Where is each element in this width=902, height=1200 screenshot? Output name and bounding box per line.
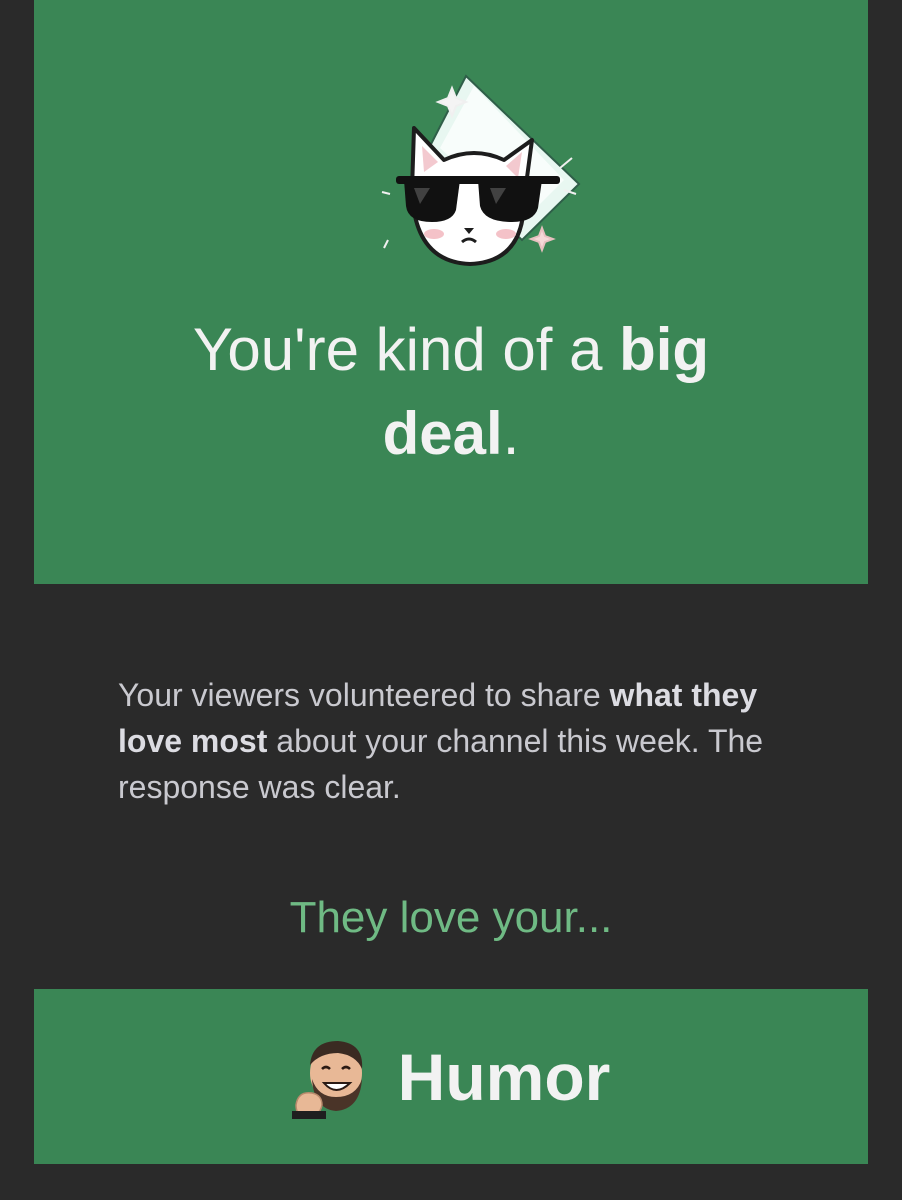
hero-panel: You're kind of a big deal. [34, 0, 868, 584]
description-paragraph: Your viewers volunteered to share what t… [118, 672, 778, 810]
headline-text: You're kind of a [192, 316, 620, 383]
they-love-your-text: They love your... [289, 893, 613, 942]
laughing-man-emote-icon [291, 1035, 376, 1119]
headline: You're kind of a big deal. [34, 308, 868, 476]
headline-bold-big: big [619, 316, 710, 383]
description-intro: Your viewers volunteered to share [118, 677, 610, 713]
result-panel: Humor [34, 989, 868, 1164]
cool-cat-sunglasses-icon [374, 72, 584, 272]
result-label: Humor [397, 1039, 611, 1114]
headline-bold-deal: deal [382, 400, 503, 467]
headline-period: . [502, 400, 520, 467]
